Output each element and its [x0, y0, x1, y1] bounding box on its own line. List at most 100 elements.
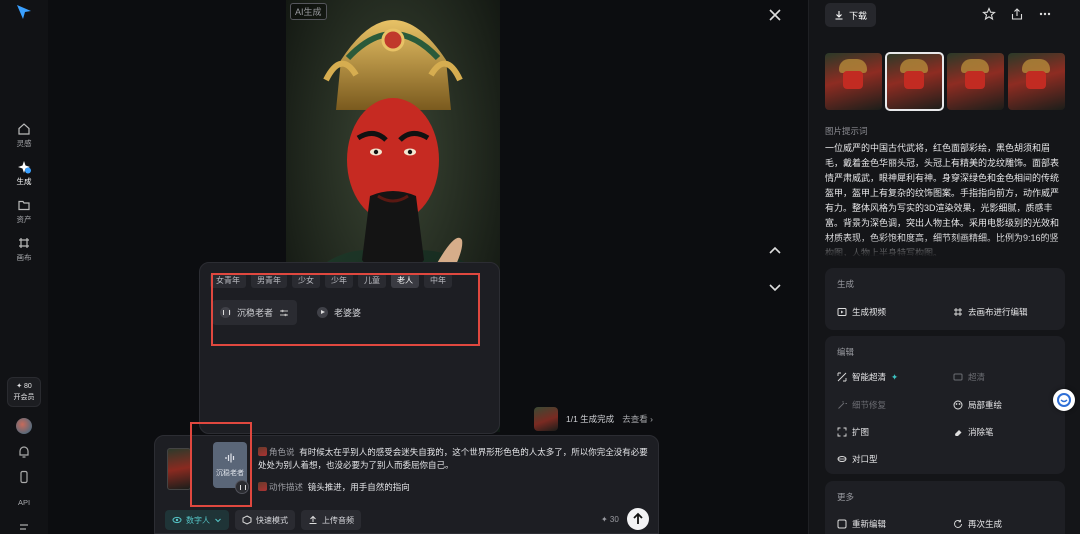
- cube-icon: [242, 515, 252, 525]
- generate-video-button[interactable]: 生成视频: [837, 306, 886, 318]
- age-filter-row: 女青年 男青年 少女 少年 儿童 老人 中年: [210, 273, 452, 288]
- menu-icon[interactable]: [16, 520, 32, 534]
- phone-icon[interactable]: [16, 469, 32, 485]
- edit-card: 编辑 智能超清 ✦ 超清 细节修复 局部重绘 扩图 消除笔 对口型: [825, 336, 1065, 474]
- wand-icon: [838, 401, 847, 409]
- pause-icon[interactable]: [235, 480, 249, 494]
- member-points: ✦ 80: [16, 383, 32, 390]
- bell-icon[interactable]: [16, 444, 32, 460]
- app-root: 灵感 生成 资产 画布 ✦ 80 开会员 API AI生成 女青年 男青年 少女…: [0, 0, 1080, 534]
- age-filter-chip[interactable]: 女青年: [210, 273, 246, 288]
- line-tag: 动作描述: [269, 482, 304, 492]
- eraser-button[interactable]: 消除笔: [953, 426, 994, 438]
- upscale-button[interactable]: 超清: [953, 371, 985, 383]
- nav-item-canvas[interactable]: 画布: [0, 236, 48, 263]
- canvas-icon: [954, 308, 962, 316]
- upload-icon: [309, 515, 317, 524]
- upload-audio-button[interactable]: 上传音频: [301, 510, 361, 530]
- dialogue-line[interactable]: 角色说 有时候太在乎别人的感受会迷失自我的，这个世界形形色色的人太多了，所以你完…: [258, 446, 653, 472]
- play-icon[interactable]: [317, 307, 329, 318]
- variant-thumbnails: [825, 52, 1065, 111]
- star-icon[interactable]: [982, 7, 996, 21]
- regenerate-button[interactable]: 再次生成: [953, 518, 1002, 530]
- variant-thumbnail[interactable]: [947, 53, 1004, 110]
- refresh-icon: [954, 519, 962, 528]
- age-filter-chip[interactable]: 男青年: [251, 273, 287, 288]
- membership-button[interactable]: ✦ 80 开会员: [7, 377, 41, 407]
- age-filter-chip[interactable]: 中年: [424, 273, 452, 288]
- app-logo-icon[interactable]: [14, 2, 34, 22]
- ai-generated-badge: AI生成: [290, 3, 327, 20]
- age-filter-chip[interactable]: 少年: [325, 273, 353, 288]
- age-filter-chip[interactable]: 儿童: [358, 273, 386, 288]
- variant-thumbnail[interactable]: [1008, 53, 1065, 110]
- prompt-section-label: 图片提示词: [825, 126, 868, 136]
- age-filter-chip[interactable]: 少女: [292, 273, 320, 288]
- nav-label: 灵感: [16, 139, 32, 148]
- mouth-icon: [837, 456, 847, 462]
- chevron-up-icon[interactable]: [767, 243, 783, 259]
- outpaint-button[interactable]: 扩图: [837, 426, 869, 438]
- generation-status[interactable]: 1/1 生成完成 去查看 ›: [534, 407, 653, 431]
- nav-item-assets[interactable]: 资产: [0, 198, 48, 225]
- variant-thumbnail[interactable]: [825, 53, 882, 110]
- eye-icon: [172, 516, 182, 524]
- nav-item-generate[interactable]: 生成: [0, 160, 48, 187]
- waveform-icon: [225, 453, 235, 463]
- age-filter-chip-selected[interactable]: 老人: [391, 273, 419, 288]
- close-icon[interactable]: [767, 7, 783, 23]
- voice-options: 沉稳老者 老婆婆: [212, 300, 369, 325]
- action-line[interactable]: 动作描述 镜头推进，用手自然的指向: [258, 481, 653, 494]
- send-button[interactable]: [627, 508, 649, 530]
- character-face-icon: [258, 447, 267, 456]
- generate-card: 生成 生成视频 去画布进行编辑: [825, 268, 1065, 330]
- status-thumbnail: [534, 407, 558, 431]
- assistant-float-button[interactable]: [1053, 389, 1075, 411]
- left-rail: 灵感 生成 资产 画布 ✦ 80 开会员 API: [0, 0, 48, 534]
- lip-sync-button[interactable]: 对口型: [837, 453, 878, 465]
- sparkle-icon: ✦: [891, 371, 899, 382]
- pause-icon[interactable]: [220, 307, 231, 318]
- member-label: 开会员: [13, 394, 35, 401]
- smart-upscale-button[interactable]: 智能超清 ✦: [837, 371, 898, 383]
- more-card: 更多 重新编辑 再次生成: [825, 481, 1065, 534]
- card-title: 生成: [837, 279, 855, 289]
- fast-mode-button[interactable]: 快速模式: [235, 510, 295, 530]
- variant-thumbnail-selected[interactable]: [885, 52, 944, 111]
- reference-image-thumbnail[interactable]: [167, 448, 191, 490]
- avatar[interactable]: [16, 418, 32, 434]
- line-tag: 角色说: [269, 447, 295, 457]
- inpaint-button[interactable]: 局部重绘: [953, 399, 1002, 411]
- prompt-fade: [825, 236, 1065, 258]
- digital-human-dropdown[interactable]: 数字人: [165, 510, 229, 530]
- chevron-down-icon[interactable]: [767, 279, 783, 295]
- more-icon[interactable]: [1038, 7, 1052, 21]
- folder-icon: [18, 200, 30, 211]
- status-text: 1/1 生成完成: [566, 414, 615, 424]
- canvas-icon: [19, 238, 29, 248]
- details-panel: 下载 图片提示词 一位威严的中国古代武将，红色面部彩绘，黑色胡须和眉毛，戴着金色…: [808, 0, 1080, 534]
- character-face-icon: [258, 482, 267, 491]
- download-button[interactable]: 下载: [825, 3, 877, 27]
- detail-repair-button[interactable]: 细节修复: [837, 399, 886, 411]
- view-result-link[interactable]: 去查看 ›: [622, 413, 653, 425]
- prompt-bar: 沉稳老者 角色说 有时候太在乎别人的感受会迷失自我的，这个世界形形色色的人太多了…: [154, 435, 659, 534]
- voice-option-selected[interactable]: 沉稳老者: [212, 300, 298, 325]
- palette-icon: [953, 400, 963, 410]
- api-link[interactable]: API: [0, 498, 48, 507]
- settings-sliders-icon[interactable]: [279, 308, 289, 318]
- voice-name: 老婆婆: [334, 308, 362, 318]
- card-title: 编辑: [837, 347, 855, 357]
- home-icon: [18, 123, 30, 135]
- voice-option[interactable]: 老婆婆: [309, 300, 369, 325]
- share-icon[interactable]: [1010, 7, 1024, 21]
- re-edit-button[interactable]: 重新编辑: [837, 518, 886, 530]
- download-icon: [835, 11, 843, 20]
- prompt-toolbar: 数字人 快速模式 上传音频: [165, 510, 361, 530]
- credit-cost: ✦ 30: [601, 515, 619, 524]
- edit-on-canvas-button[interactable]: 去画布进行编辑: [953, 306, 1028, 318]
- voice-audio-label: 沉稳老者: [216, 470, 244, 477]
- nav-label: 资产: [16, 215, 32, 224]
- nav-item-inspiration[interactable]: 灵感: [0, 122, 48, 149]
- video-icon: [837, 308, 847, 316]
